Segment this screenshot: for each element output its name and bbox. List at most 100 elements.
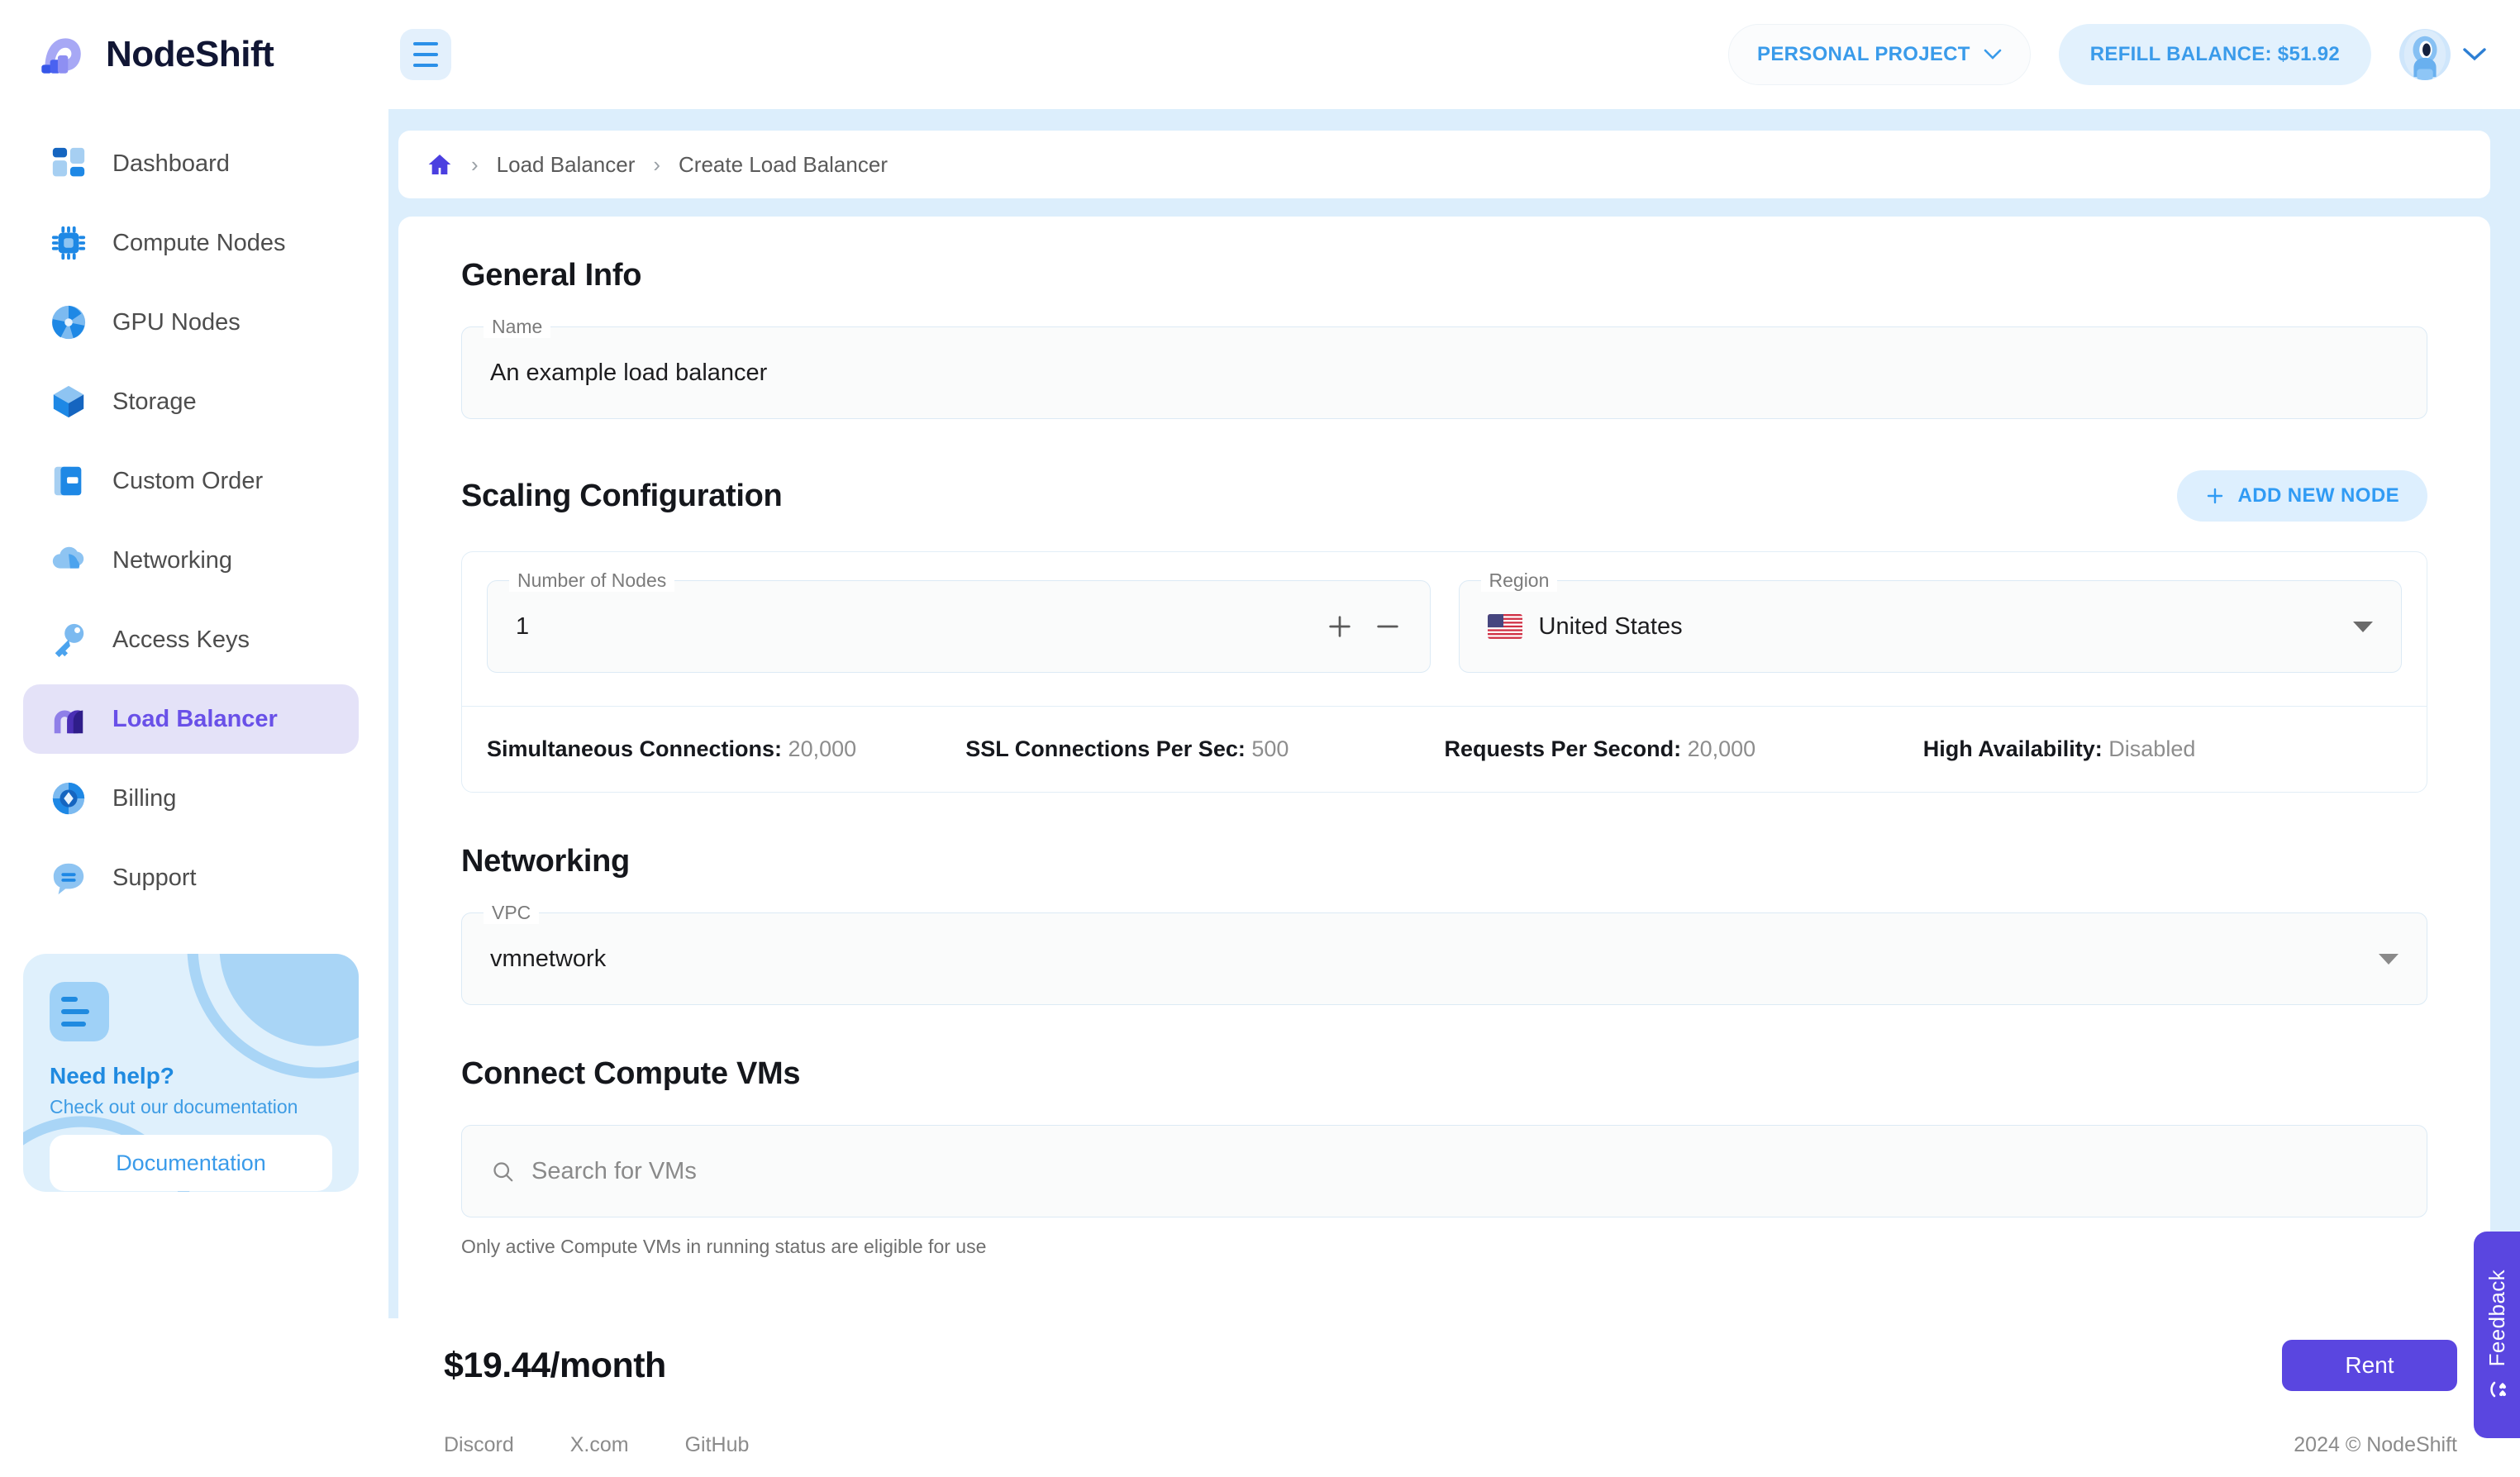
scaling-stats-row: Simultaneous Connections: 20,000 SSL Con…: [462, 706, 2427, 792]
stat-label: SSL Connections Per Sec:: [965, 736, 1246, 761]
account-menu[interactable]: [2399, 29, 2487, 80]
project-selector-label: PERSONAL PROJECT: [1757, 43, 1970, 65]
vpc-field[interactable]: VPC vmnetwork: [461, 902, 2427, 1005]
search-vms-placeholder: Search for VMs: [531, 1157, 697, 1184]
search-icon: [493, 1162, 513, 1182]
connect-vms-section: Connect Compute VMs Search for VMs Only …: [461, 1056, 2427, 1258]
region-label: Region: [1480, 569, 1558, 592]
general-info-heading: General Info: [461, 258, 642, 293]
gpu-fan-icon: [51, 305, 86, 340]
sidebar-item-networking[interactable]: Networking: [23, 526, 359, 595]
sidebar-item-label: Support: [112, 864, 197, 891]
cloud-icon: [52, 546, 84, 569]
footer-link-github[interactable]: GitHub: [685, 1433, 750, 1457]
project-selector-button[interactable]: PERSONAL PROJECT: [1728, 24, 2031, 85]
chevron-down-icon: [2463, 48, 2486, 61]
sidebar-item-storage[interactable]: Storage: [23, 367, 359, 436]
sidebar-item-gpu-nodes[interactable]: GPU Nodes: [23, 288, 359, 357]
refill-balance-button[interactable]: REFILL BALANCE: $51.92: [2058, 24, 2371, 85]
name-field[interactable]: Name An example load balancer: [461, 316, 2427, 419]
scaling-header: Scaling Configuration ADD NEW NODE: [461, 470, 2427, 522]
networking-section: Networking VPC vmnetwork: [461, 844, 2427, 1005]
scaling-heading: Scaling Configuration: [461, 478, 783, 513]
footer-links-row: Discord X.com GitHub 2024 © NodeShift: [0, 1413, 2520, 1477]
sidebar-item-label: Networking: [112, 546, 233, 574]
refill-balance-label: REFILL BALANCE: $51.92: [2089, 43, 2340, 65]
sidebar-item-custom-order[interactable]: Custom Order: [23, 446, 359, 516]
hamburger-icon[interactable]: [400, 29, 451, 80]
rent-button[interactable]: Rent: [2282, 1340, 2457, 1391]
name-label: Name: [484, 316, 551, 338]
chevron-down-icon[interactable]: [2379, 953, 2399, 965]
sidebar-item-load-balancer[interactable]: Load Balancer: [23, 684, 359, 754]
breadcrumb: › Load Balancer › Create Load Balancer: [398, 131, 2490, 198]
top-bar: NodeShift PERSONAL PROJECT REFILL BALANC…: [0, 0, 2520, 109]
footer-link-discord[interactable]: Discord: [444, 1433, 514, 1457]
sidebar-item-support[interactable]: Support: [23, 843, 359, 912]
feedback-tab[interactable]: Feedback: [2474, 1232, 2520, 1438]
stat-label: Simultaneous Connections:: [487, 736, 783, 761]
connect-vms-hint: Only active Compute VMs in running statu…: [461, 1236, 987, 1257]
key-icon: [55, 623, 84, 658]
sidebar-item-label: Access Keys: [112, 626, 250, 653]
avatar: [2399, 29, 2451, 80]
sidebar-item-label: Storage: [112, 388, 197, 415]
stat-label: Requests Per Second:: [1444, 736, 1682, 761]
footer-bar: $19.44/month Rent Discord X.com GitHub 2…: [0, 1318, 2520, 1477]
number-of-nodes-field[interactable]: Number of Nodes 1: [487, 569, 1431, 673]
stat-value: Disabled: [2108, 736, 2196, 761]
sidebar-item-label: Billing: [112, 784, 177, 812]
stat-label: High Availability:: [1922, 736, 2103, 761]
connect-vms-heading: Connect Compute VMs: [461, 1056, 801, 1091]
plus-icon[interactable]: [1326, 612, 1354, 641]
billing-diamond-icon: [52, 782, 85, 815]
scaling-inputs-row: Number of Nodes 1 Region United States: [462, 552, 2427, 706]
breadcrumb-item-create-load-balancer: Create Load Balancer: [679, 151, 888, 177]
minus-icon[interactable]: [1374, 612, 1402, 641]
nodeshift-logo-icon: [41, 38, 81, 74]
help-card: Need help? Check out our documentation D…: [23, 954, 359, 1192]
home-icon[interactable]: [426, 151, 453, 178]
breadcrumb-separator: ›: [471, 151, 479, 177]
breadcrumb-item-load-balancer[interactable]: Load Balancer: [497, 152, 636, 178]
chevron-down-icon: [1984, 49, 2002, 60]
sidebar-item-label: Custom Order: [112, 467, 264, 494]
scaling-config-box: Number of Nodes 1 Region United States S…: [461, 551, 2427, 793]
dashboard-icon: [52, 147, 85, 177]
sidebar: Dashboard Compute Nodes GPU Nodes Storag…: [0, 109, 388, 1477]
plus-icon: [2207, 488, 2222, 504]
region-field[interactable]: Region United States: [1458, 569, 2402, 673]
document-icon: [54, 466, 82, 496]
form-panel: General Info Name An example load balanc…: [398, 217, 2490, 1477]
sidebar-item-billing[interactable]: Billing: [23, 764, 359, 833]
sidebar-item-dashboard[interactable]: Dashboard: [23, 129, 359, 198]
top-bar-actions: PERSONAL PROJECT REFILL BALANCE: $51.92: [1728, 24, 2520, 85]
total-price: $19.44/month: [444, 1345, 666, 1385]
vpc-value: vmnetwork: [490, 945, 607, 972]
sidebar-item-compute-nodes[interactable]: Compute Nodes: [23, 208, 359, 278]
main-area: › Load Balancer › Create Load Balancer G…: [388, 109, 2520, 1477]
search-vms-field[interactable]: Search for VMs: [461, 1125, 2427, 1217]
us-flag-icon: [1487, 614, 1522, 639]
sidebar-item-label: Compute Nodes: [112, 229, 286, 256]
sidebar-item-label: Dashboard: [112, 150, 230, 177]
stat-ssl-connections-per-sec: SSL Connections Per Sec: 500: [965, 736, 1444, 762]
add-new-node-button[interactable]: ADD NEW NODE: [2176, 470, 2427, 522]
sidebar-item-access-keys[interactable]: Access Keys: [23, 605, 359, 674]
chevron-down-icon[interactable]: [2353, 621, 2373, 632]
sidebar-nav: Dashboard Compute Nodes GPU Nodes Storag…: [0, 124, 388, 917]
load-balancer-icon: [54, 710, 83, 734]
document-lines-icon: [50, 982, 109, 1041]
brand[interactable]: NodeShift: [0, 27, 388, 82]
footer-link-xcom[interactable]: X.com: [570, 1433, 629, 1457]
name-value: An example load balancer: [490, 359, 768, 386]
nodes-stepper: [1326, 612, 1402, 641]
vpc-label: VPC: [484, 902, 540, 924]
feedback-label: Feedback: [2484, 1269, 2509, 1367]
brand-name: NodeShift: [106, 34, 274, 74]
copyright: 2024 © NodeShift: [2294, 1432, 2457, 1456]
price-row: $19.44/month Rent: [0, 1318, 2520, 1413]
cpu-chip-icon: [51, 226, 86, 260]
documentation-button[interactable]: Documentation: [50, 1135, 332, 1191]
add-new-node-label: ADD NEW NODE: [2237, 484, 2399, 507]
